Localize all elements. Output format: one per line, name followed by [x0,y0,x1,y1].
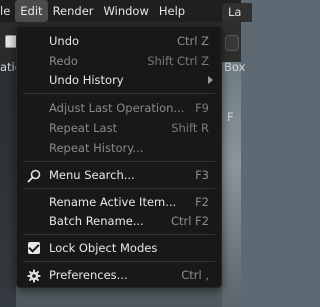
menu-item-batch-rename[interactable]: Batch Rename... Ctrl F2 [17,211,221,231]
checkbox-checked-icon[interactable] [28,242,40,254]
menu-item-repeat-history[interactable]: Repeat History... [17,138,221,158]
menu-item-undo-history[interactable]: Undo History [17,70,221,90]
search-icon [27,169,41,183]
menu-item-shortcut: Shift Ctrl Z [147,54,209,68]
menu-separator [23,234,215,235]
menu-item-repeat-last[interactable]: Repeat Last Shift R [17,118,221,138]
menu-item-label: Adjust Last Operation... [49,101,185,115]
menu-item-label: Rename Active Item... [49,195,177,209]
menu-item-shortcut: F2 [195,195,209,209]
menu-item-rename-active-item[interactable]: Rename Active Item... F2 [17,192,221,212]
menu-help[interactable]: Help [154,0,190,22]
menu-item-adjust-last-operation[interactable]: Adjust Last Operation... F9 [17,98,221,118]
menu-item-preferences[interactable]: Preferences... Ctrl , [17,265,221,285]
menu-window[interactable]: Window [99,0,154,22]
menu-separator [23,93,215,94]
side-letter: F [227,110,234,124]
workspace-tab[interactable]: La [222,3,252,22]
menu-item-shortcut: F3 [195,168,209,182]
menu-separator [23,261,215,262]
menu-item-label: Preferences... [49,268,128,282]
menu-edit[interactable]: Edit [15,0,48,22]
menu-item-redo[interactable]: Redo Shift Ctrl Z [17,51,221,71]
menu-item-lock-object-modes[interactable]: Lock Object Modes [17,238,221,258]
menu-item-label: Repeat Last [49,121,118,135]
toolbar-right-button[interactable] [225,35,239,51]
top-menubar: le Edit Render Window Help La [0,0,252,22]
menu-item-shortcut: F9 [195,101,209,115]
menu-item-label: Redo [49,54,78,68]
menu-file[interactable]: le [0,0,15,22]
menu-item-label: Repeat History... [49,141,144,155]
menu-item-shortcut: Ctrl , [181,268,209,282]
menu-item-shortcut: Ctrl Z [177,34,209,48]
submenu-arrow-icon [208,76,213,84]
menu-item-label: Menu Search... [49,168,135,182]
menu-separator [23,188,215,189]
gear-icon [27,269,41,283]
menu-render[interactable]: Render [48,0,99,22]
toolbar-box-label: Box [224,60,246,74]
menu-item-menu-search[interactable]: Menu Search... F3 [17,165,221,185]
menu-item-label: Undo History [49,73,124,87]
menu-item-shortcut: Shift R [171,121,209,135]
edit-menu-dropdown: Undo Ctrl Z Redo Shift Ctrl Z Undo Histo… [16,26,222,288]
menu-item-label: Lock Object Modes [49,241,158,255]
menu-item-undo[interactable]: Undo Ctrl Z [17,31,221,51]
menu-item-shortcut: Ctrl F2 [170,214,209,228]
menu-item-label: Undo [49,34,80,48]
menu-separator [23,161,215,162]
menu-item-label: Batch Rename... [49,214,144,228]
